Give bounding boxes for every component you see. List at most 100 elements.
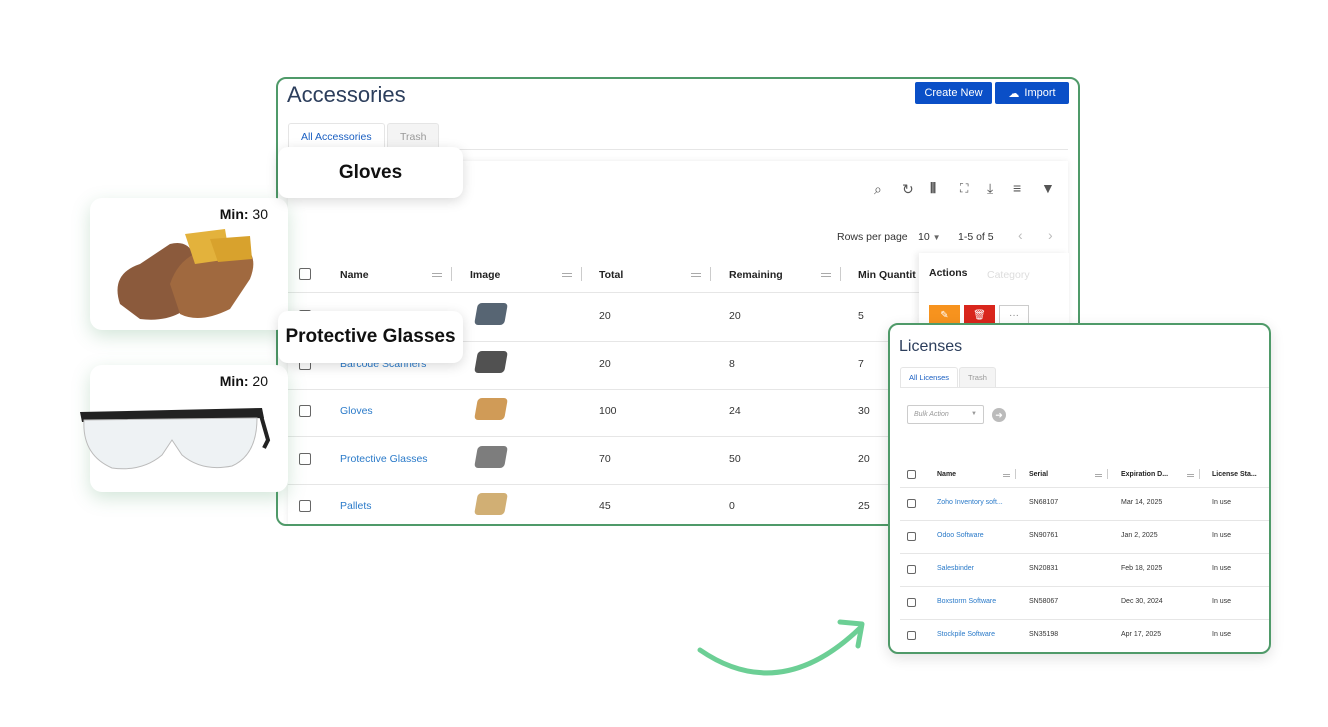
column-resizer[interactable] bbox=[451, 267, 452, 281]
drag-handle-icon[interactable] bbox=[1095, 474, 1102, 477]
column-header[interactable]: Total bbox=[599, 269, 623, 281]
expiration-cell: Jan 2, 2025 bbox=[1121, 532, 1158, 539]
accessory-name-link[interactable]: Protective Glasses bbox=[340, 453, 428, 465]
drag-handle-icon[interactable] bbox=[432, 273, 442, 277]
row-checkbox[interactable] bbox=[907, 532, 916, 541]
column-resizer[interactable] bbox=[710, 267, 711, 281]
chevron-left-icon[interactable]: ‹ bbox=[1018, 227, 1023, 243]
columns-icon[interactable]: ⦀ bbox=[930, 180, 936, 197]
fullscreen-icon[interactable]: ⛶ bbox=[960, 181, 968, 196]
trash-icon: 🗑 bbox=[973, 310, 986, 321]
column-header[interactable]: Remaining bbox=[729, 269, 783, 281]
rows-per-page-select[interactable]: 10 ▼ bbox=[918, 231, 941, 243]
accessory-thumbnail bbox=[474, 303, 508, 325]
license-name-link[interactable]: Odoo Software bbox=[937, 532, 984, 539]
column-resizer[interactable] bbox=[840, 267, 841, 281]
filter-icon[interactable]: ▼ bbox=[1041, 180, 1055, 196]
row-checkbox[interactable] bbox=[907, 631, 916, 640]
column-header-actions: Actions bbox=[929, 267, 968, 279]
glasses-label: Protective Glasses bbox=[278, 311, 463, 363]
glasses-card: Min: 20 bbox=[80, 365, 288, 492]
column-resizer[interactable] bbox=[1015, 469, 1016, 479]
row-checkbox[interactable] bbox=[907, 565, 916, 574]
drag-handle-icon[interactable] bbox=[1187, 474, 1194, 477]
curved-arrow bbox=[697, 619, 865, 676]
drag-handle-icon[interactable] bbox=[691, 273, 701, 277]
total-cell: 70 bbox=[599, 452, 611, 465]
chevron-right-icon[interactable]: › bbox=[1048, 227, 1053, 243]
divider bbox=[900, 387, 1269, 388]
status-cell: In use bbox=[1212, 565, 1232, 572]
row-checkbox[interactable] bbox=[299, 500, 311, 512]
accessory-thumbnail bbox=[474, 398, 508, 420]
tab-trash[interactable]: Trash bbox=[387, 123, 440, 149]
tab-all-accessories[interactable]: All Accessories bbox=[288, 123, 385, 149]
row-checkbox[interactable] bbox=[299, 405, 311, 417]
remaining-cell: 24 bbox=[729, 405, 741, 417]
column-header[interactable]: Image bbox=[470, 269, 500, 281]
column-header[interactable]: Expiration D... bbox=[1121, 471, 1168, 478]
license-name-link[interactable]: Salesbinder bbox=[937, 565, 974, 572]
total-cell: 100 bbox=[599, 405, 617, 417]
drag-handle-icon[interactable] bbox=[1003, 474, 1010, 477]
column-resizer[interactable] bbox=[1107, 469, 1108, 479]
glasses-min: Min: 20 bbox=[220, 373, 268, 389]
min-value: 20 bbox=[252, 373, 268, 389]
min-quantity-cell: 5 bbox=[858, 310, 864, 322]
page-title: Accessories bbox=[287, 82, 406, 107]
create-new-button[interactable]: Create New bbox=[915, 82, 992, 104]
pencil-icon: ✎ bbox=[940, 310, 949, 321]
import-button[interactable]: ☁ Import bbox=[995, 82, 1069, 104]
bulk-action-select[interactable]: Bulk Action ▼ bbox=[907, 405, 984, 424]
min-quantity-cell: 7 bbox=[858, 357, 864, 370]
column-header[interactable]: Name bbox=[937, 471, 956, 478]
bulk-action-placeholder: Bulk Action bbox=[914, 411, 949, 418]
row-divider bbox=[900, 586, 1269, 587]
remaining-cell: 20 bbox=[729, 310, 741, 322]
refresh-icon[interactable]: ↻ bbox=[902, 181, 914, 198]
apply-arrow-button[interactable]: ➜ bbox=[992, 408, 1006, 422]
accessory-name-link[interactable]: Gloves bbox=[340, 405, 373, 417]
row-checkbox[interactable] bbox=[907, 598, 916, 607]
column-header[interactable]: License Sta... bbox=[1212, 471, 1257, 478]
status-cell: In use bbox=[1212, 532, 1232, 539]
search-icon[interactable]: ⌕ bbox=[874, 181, 882, 198]
column-resizer[interactable] bbox=[1199, 469, 1200, 479]
serial-cell: SN35198 bbox=[1029, 631, 1059, 638]
gloves-label: Gloves bbox=[278, 147, 463, 198]
row-divider bbox=[900, 619, 1269, 620]
tab-licenses-trash[interactable]: Trash bbox=[959, 367, 996, 387]
min-label: Min: bbox=[219, 206, 249, 222]
drag-handle-icon[interactable] bbox=[821, 273, 831, 277]
expiration-cell: Mar 14, 2025 bbox=[1121, 499, 1163, 506]
row-checkbox[interactable] bbox=[299, 452, 311, 465]
license-name-link[interactable]: Boxstorm Software bbox=[937, 598, 996, 605]
gloves-image bbox=[117, 229, 254, 320]
gloves-min: Min: 30 bbox=[220, 206, 268, 222]
rows-value: 10 bbox=[918, 231, 930, 243]
min-quantity-cell: 25 bbox=[858, 500, 870, 512]
download-icon[interactable]: ⤓ bbox=[987, 180, 993, 197]
column-header[interactable]: Name bbox=[340, 269, 369, 281]
select-all-checkbox[interactable] bbox=[907, 470, 916, 479]
remaining-cell: 50 bbox=[729, 452, 741, 465]
tab-all-licenses[interactable]: All Licenses bbox=[900, 367, 959, 387]
divider bbox=[900, 487, 1269, 488]
license-name-link[interactable]: Zoho Inventory soft... bbox=[937, 499, 1003, 506]
filter-list-icon[interactable]: ≡ bbox=[1013, 180, 1021, 196]
select-all-checkbox[interactable] bbox=[299, 268, 311, 280]
caret-down-icon: ▼ bbox=[971, 411, 977, 417]
row-checkbox[interactable] bbox=[907, 499, 916, 508]
license-name-link[interactable]: Stockpile Software bbox=[937, 631, 995, 638]
serial-cell: SN58067 bbox=[1029, 598, 1059, 605]
accessory-name-link[interactable]: Pallets bbox=[340, 500, 372, 512]
column-resizer[interactable] bbox=[581, 267, 582, 281]
more-icon: ··· bbox=[1009, 310, 1019, 321]
column-header-category: Category bbox=[987, 269, 1030, 281]
total-cell: 45 bbox=[599, 500, 611, 512]
column-header[interactable]: Serial bbox=[1029, 471, 1048, 478]
drag-handle-icon[interactable] bbox=[562, 273, 572, 277]
row-divider bbox=[900, 553, 1269, 554]
column-header[interactable]: Min Quantit bbox=[858, 269, 916, 281]
arrow-right-icon: ➜ bbox=[995, 410, 1003, 420]
